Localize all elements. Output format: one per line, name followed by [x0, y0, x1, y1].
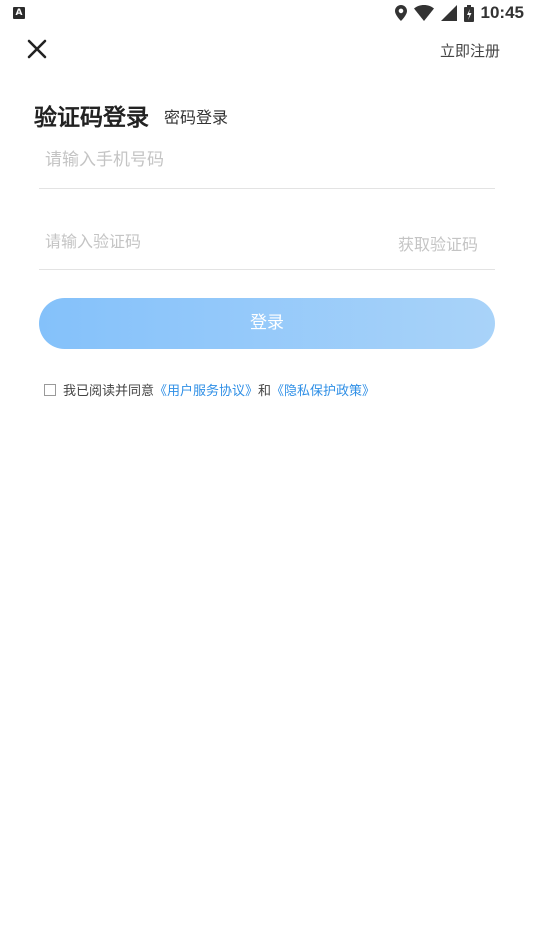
agreement-checkbox[interactable] — [44, 383, 56, 396]
verification-code-input[interactable] — [39, 220, 385, 262]
user-agreement-link[interactable]: 《用户服务协议》 — [154, 380, 258, 399]
close-button[interactable] — [26, 38, 48, 60]
notification-a-icon: A — [13, 7, 25, 19]
tab-sms-login[interactable]: 验证码登录 — [34, 98, 149, 132]
get-code-button[interactable]: 获取验证码 — [398, 231, 478, 255]
phone-input[interactable] — [39, 140, 385, 180]
login-button[interactable]: 登录 — [39, 298, 495, 349]
phone-field-container — [39, 140, 495, 189]
signal-icon — [440, 5, 457, 21]
code-field-container: 获取验证码 — [39, 220, 495, 270]
status-bar: A 10:45 — [0, 0, 534, 28]
agreement-row: 我已阅读并同意 《用户服务协议》 和 《隐私保护政策》 — [44, 380, 375, 399]
battery-icon — [463, 4, 474, 22]
location-icon — [394, 5, 407, 21]
status-time: 10:45 — [480, 3, 524, 22]
register-link[interactable]: 立即注册 — [440, 40, 500, 61]
status-icons: 10:45 — [394, 3, 524, 23]
tab-password-login[interactable]: 密码登录 — [164, 104, 228, 128]
wifi-icon — [413, 5, 434, 21]
agreement-prefix: 我已阅读并同意 — [63, 384, 155, 399]
agreement-and: 和 — [258, 384, 272, 399]
privacy-policy-link[interactable]: 《隐私保护政策》 — [271, 380, 375, 399]
close-icon — [27, 39, 47, 59]
